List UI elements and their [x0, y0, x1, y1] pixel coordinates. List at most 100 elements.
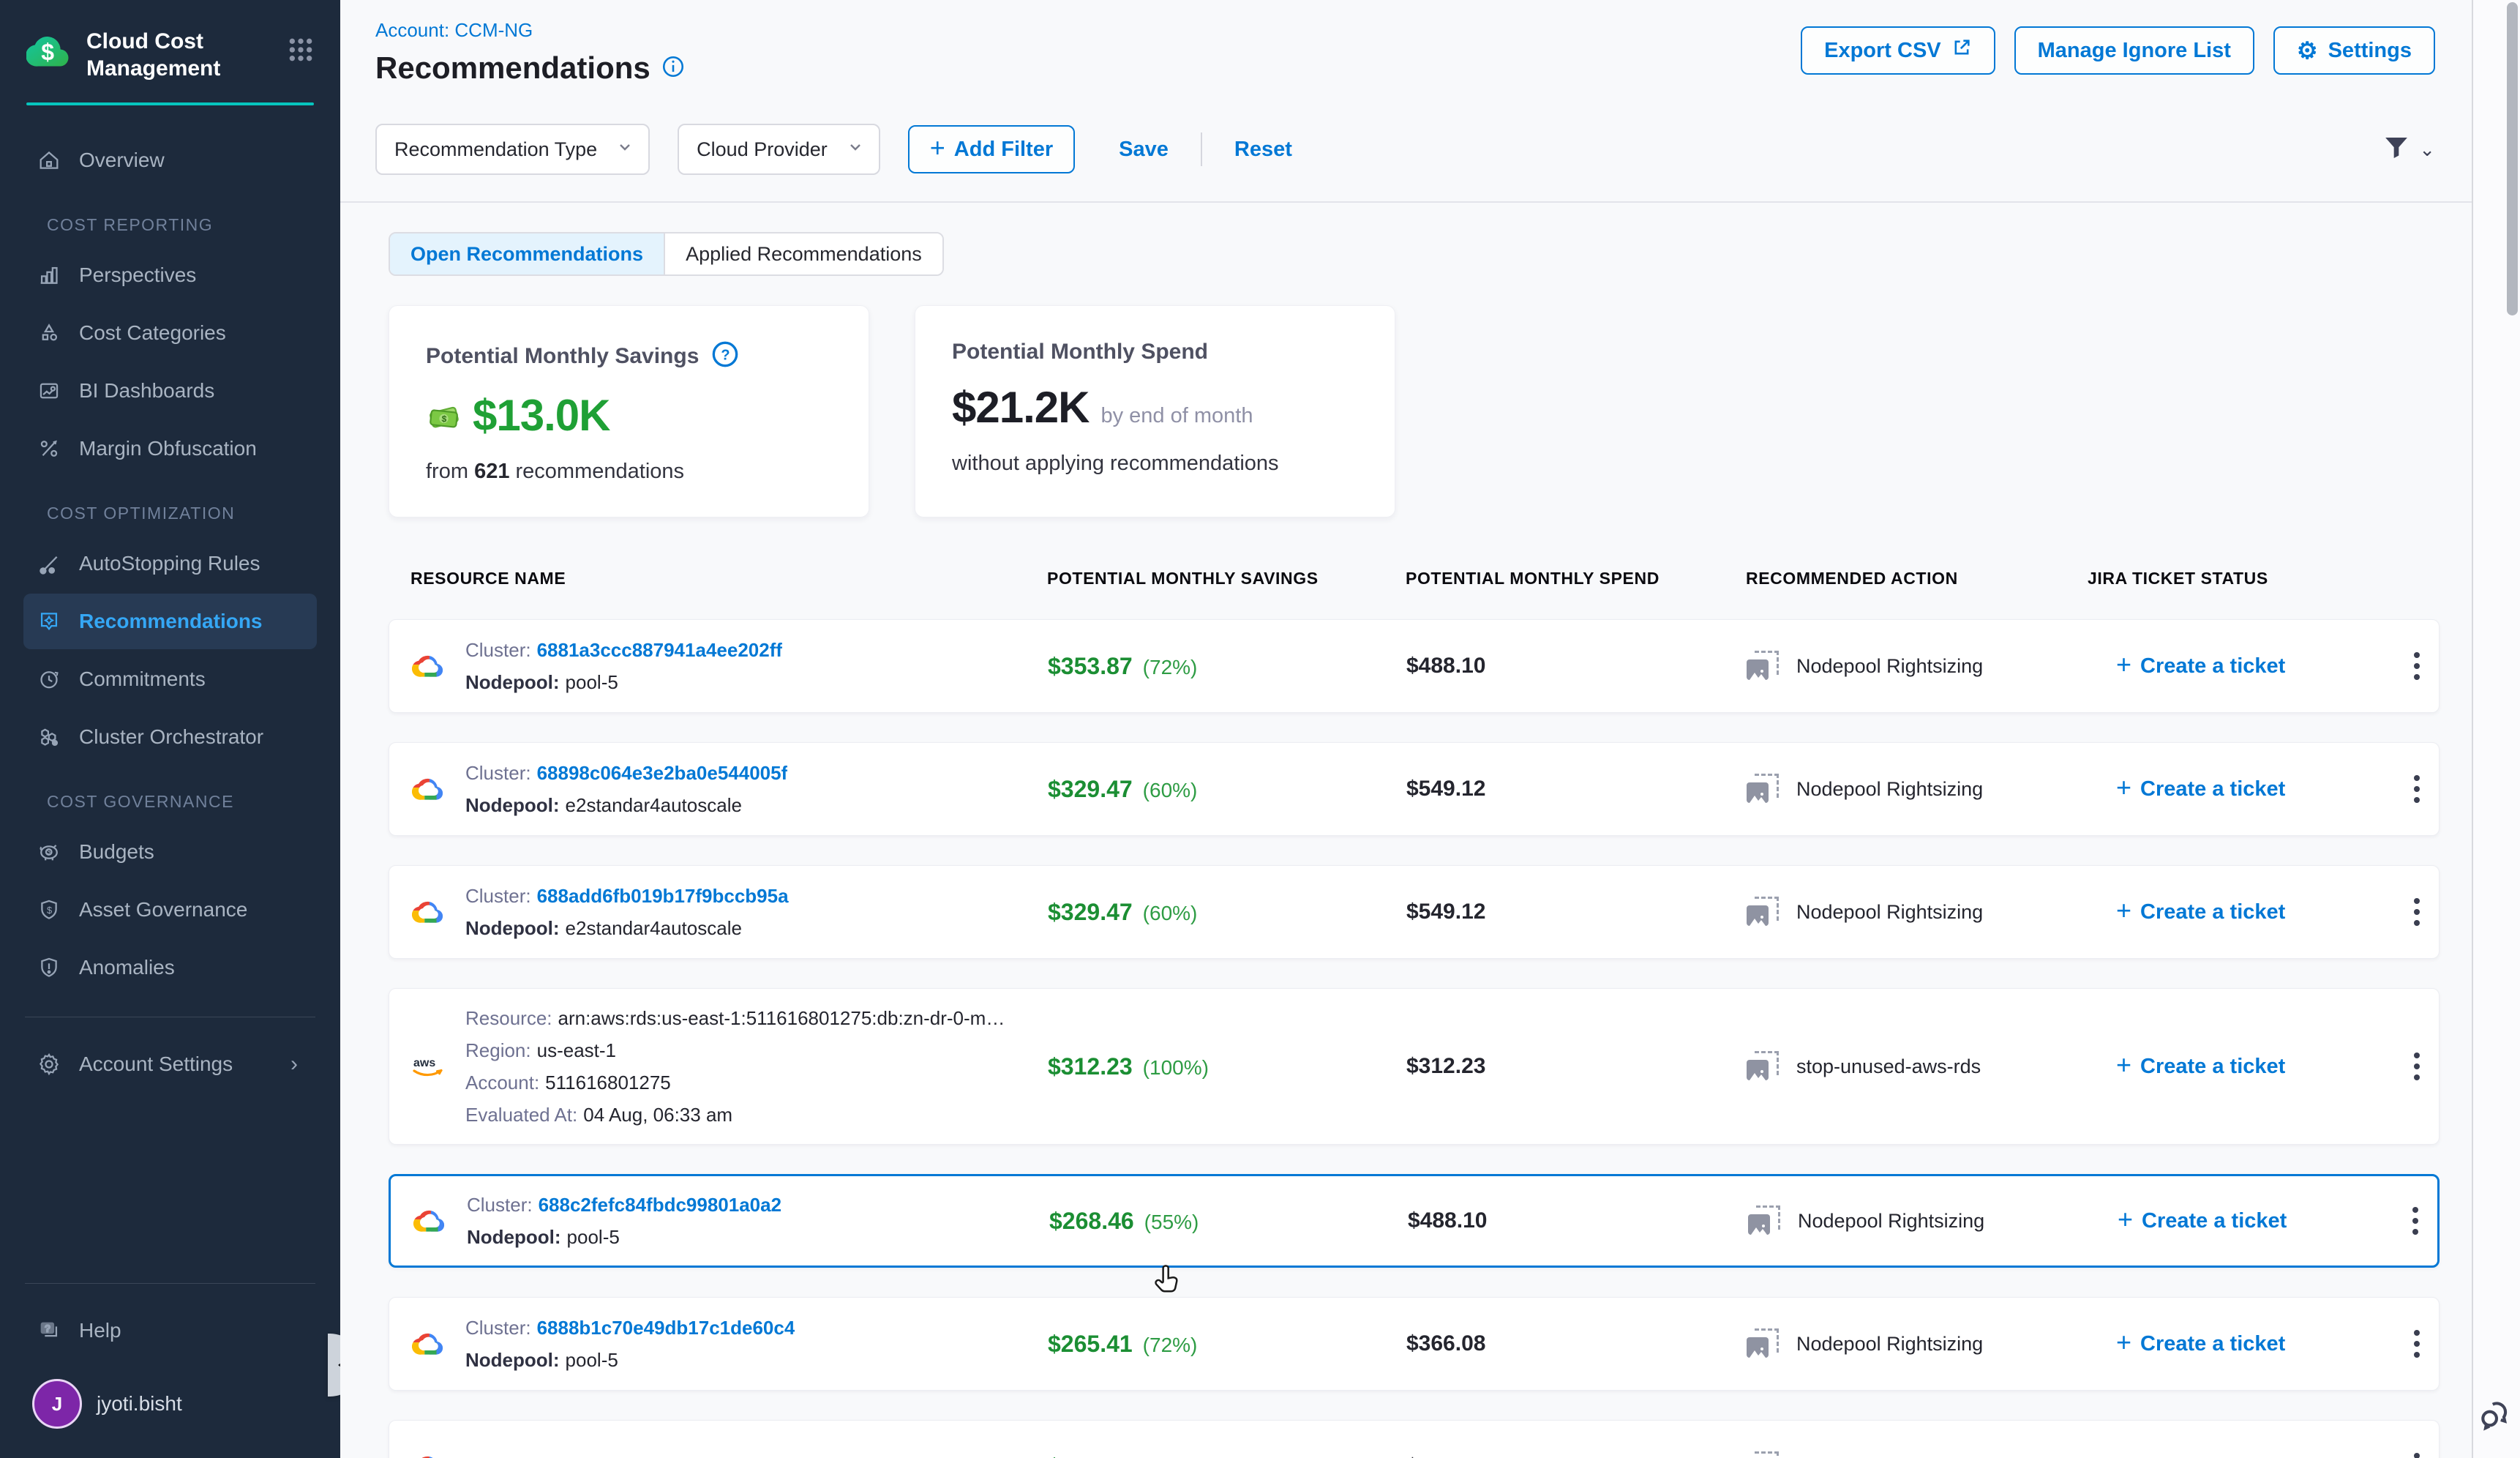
col-potential-monthly-savings: POTENTIAL MONTHLY SAVINGS	[1047, 569, 1406, 588]
row-menu-button[interactable]	[2414, 1053, 2439, 1080]
sidebar-item-overview[interactable]: Overview	[23, 132, 317, 188]
right-rail	[2472, 0, 2520, 1458]
manage-ignore-list-button[interactable]: Manage Ignore List	[2014, 26, 2254, 75]
sidebar-item-cost-categories[interactable]: Cost Categories	[23, 305, 317, 361]
plus-icon: +	[2116, 1052, 2131, 1078]
row-menu-button[interactable]	[2414, 775, 2439, 803]
recommendation-type-select[interactable]: Recommendation Type	[375, 124, 650, 175]
main-area: Account: CCM-NG Recommendations Export C…	[340, 0, 2472, 1458]
savings-value: $329.47	[1048, 776, 1133, 803]
cluster-link[interactable]: 68898c064e3e2ba0e544005f	[537, 762, 788, 784]
table-header: RESOURCE NAME POTENTIAL MONTHLY SAVINGS …	[389, 569, 2440, 588]
piggy-icon: $	[35, 838, 63, 866]
create-ticket-link[interactable]: +Create a ticket	[2088, 654, 2410, 678]
filter-drawer-button[interactable]: ⌄	[2381, 132, 2435, 167]
create-ticket-link[interactable]: +Create a ticket	[2088, 777, 2410, 801]
sidebar-item-label: Perspectives	[79, 263, 196, 287]
chevron-down-icon	[847, 138, 864, 161]
table-row[interactable]: Cluster:688add6fb019b17f9bccb95aNodepool…	[389, 865, 2440, 959]
resource-details: Cluster:688add6fb019b17f9bccb95aNodepool…	[465, 885, 789, 939]
user-row[interactable]: J jyoti.bisht	[32, 1379, 317, 1429]
table-row[interactable]: Cluster:6886e92f59a48cad86b5b1c6$244.05(…	[389, 1420, 2440, 1458]
sidebar-item-label: Cluster Orchestrator	[79, 725, 263, 749]
gcp-icon	[411, 895, 446, 929]
spend-value: $488.10	[1406, 654, 1485, 678]
help-circle-icon[interactable]: ?	[710, 340, 740, 373]
chat-support-icon[interactable]	[2476, 1397, 2514, 1439]
resource-line-value: us-east-1	[537, 1039, 616, 1061]
resource-line-label: Nodepool:	[465, 671, 560, 693]
sidebar-item-recommendations[interactable]: Recommendations	[23, 594, 317, 649]
sidebar-item-perspectives[interactable]: Perspectives	[23, 247, 317, 303]
plus-icon: +	[2116, 651, 2131, 678]
tab-open-recommendations[interactable]: Open Recommendations	[390, 233, 665, 274]
create-ticket-link[interactable]: +Create a ticket	[2088, 1332, 2410, 1356]
sidebar-item-bi-dashboards[interactable]: BI Dashboards	[23, 363, 317, 419]
export-csv-button[interactable]: Export CSV	[1801, 26, 1995, 75]
reset-filter-button[interactable]: Reset	[1234, 138, 1292, 162]
row-menu-button[interactable]	[2414, 898, 2439, 926]
resource-line-value: e2standar4autoscale	[566, 794, 742, 816]
spend-value: $488.10	[1408, 1208, 1487, 1233]
recommended-action-label: Nodepool Rightsizing	[1796, 778, 1983, 801]
sidebar-item-account-settings[interactable]: Account Settings ›	[23, 1036, 317, 1092]
table-row[interactable]: aws Resource:arn:aws:rds:us-east-1:51161…	[389, 988, 2440, 1145]
recommended-action-label: Nodepool Rightsizing	[1798, 1210, 1984, 1233]
gcp-icon	[413, 1204, 448, 1238]
settings-button[interactable]: ⚙ Settings	[2273, 26, 2435, 75]
resource-details: Cluster:6888b1c70e49db17c1de60c4Nodepool…	[465, 1317, 795, 1371]
plus-icon: +	[2116, 897, 2131, 924]
sidebar-item-cluster-orchestrator[interactable]: Cluster Orchestrator	[23, 709, 317, 765]
resource-line-label: Cluster:	[465, 639, 531, 661]
create-ticket-link[interactable]: +Create a ticket	[2088, 900, 2410, 924]
cluster-link[interactable]: 688add6fb019b17f9bccb95a	[537, 885, 789, 907]
row-menu-button[interactable]	[2412, 1207, 2437, 1235]
filter-bar: Recommendation Type Cloud Provider + Add…	[340, 97, 2472, 203]
table-row[interactable]: Cluster:6888b1c70e49db17c1de60c4Nodepool…	[389, 1297, 2440, 1391]
scrollbar-thumb[interactable]	[2507, 2, 2518, 315]
chevron-down-icon: ⌄	[2419, 138, 2435, 161]
sidebar-item-commitments[interactable]: Commitments	[23, 651, 317, 707]
save-filter-button[interactable]: Save	[1119, 138, 1169, 162]
sidebar-item-autostopping-rules[interactable]: AutoStopping Rules	[23, 536, 317, 591]
spend-value: $312.23	[1406, 1054, 1485, 1078]
rightsizing-action-icon	[1747, 1328, 1780, 1360]
bar-chart-icon	[35, 261, 63, 289]
avatar[interactable]: J	[32, 1379, 82, 1429]
plus-icon: +	[2118, 1206, 2133, 1233]
table-row[interactable]: Cluster:68898c064e3e2ba0e544005fNodepool…	[389, 742, 2440, 836]
spend-value: $366.08	[1406, 1331, 1485, 1356]
sidebar-item-anomalies[interactable]: Anomalies	[23, 940, 317, 995]
table-row[interactable]: Cluster:688c2fefc84fbdc99801a0a2Nodepool…	[389, 1174, 2440, 1268]
module-grid-icon[interactable]	[286, 35, 315, 68]
svg-text:$: $	[47, 905, 52, 916]
app-title: Cloud Cost Management	[86, 28, 240, 82]
percent-icon	[35, 435, 63, 463]
resource-line-label: Resource:	[465, 1007, 552, 1029]
sidebar-item-asset-governance[interactable]: $Asset Governance	[23, 882, 317, 938]
page-title: Recommendations	[375, 51, 650, 86]
cluster-link[interactable]: 6881a3ccc887941a4ee202ff	[537, 639, 782, 661]
recommendation-rows: Cluster: 6881a3ccc887941a4ee202ff Nodepool…	[389, 619, 2440, 1458]
resource-details: Cluster: 6881a3ccc887941a4ee202ff Nodepool…	[465, 639, 782, 693]
tab-applied-recommendations[interactable]: Applied Recommendations	[665, 233, 942, 274]
cluster-link[interactable]: 688c2fefc84fbdc99801a0a2	[539, 1194, 781, 1216]
account-breadcrumb-link[interactable]: Account: CCM-NG	[375, 19, 686, 42]
chevron-right-icon: ›	[290, 1052, 298, 1077]
resource-line-label: Account:	[465, 1072, 539, 1094]
cluster-link[interactable]: 6888b1c70e49db17c1de60c4	[537, 1317, 795, 1339]
create-ticket-link[interactable]: +Create a ticket	[2088, 1055, 2410, 1079]
create-ticket-link[interactable]: +Create a ticket	[2090, 1209, 2412, 1233]
sidebar-item-help[interactable]: ? Help	[23, 1303, 317, 1358]
info-icon[interactable]	[661, 54, 686, 83]
sidebar-item-margin-obfuscation[interactable]: Margin Obfuscation	[23, 421, 317, 476]
cloud-provider-select[interactable]: Cloud Provider	[678, 124, 880, 175]
row-menu-button[interactable]	[2414, 1453, 2439, 1458]
row-menu-button[interactable]	[2414, 652, 2439, 680]
table-row[interactable]: Cluster: 6881a3ccc887941a4ee202ff Nodepool…	[389, 619, 2440, 713]
create-ticket-link[interactable]: +Create a ticket	[2088, 1455, 2410, 1458]
add-filter-button[interactable]: + Add Filter	[908, 125, 1075, 173]
autostop-icon	[35, 550, 63, 577]
row-menu-button[interactable]	[2414, 1330, 2439, 1358]
sidebar-item-budgets[interactable]: $Budgets	[23, 824, 317, 880]
